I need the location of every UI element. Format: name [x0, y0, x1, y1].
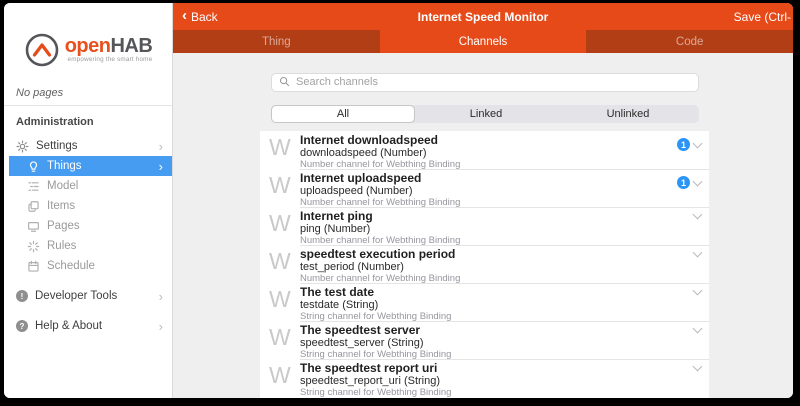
brand-hab: HAB — [110, 35, 152, 57]
sidebar-item-label: Model — [47, 180, 78, 192]
alert-circle-icon: ! — [16, 290, 28, 302]
bulb-icon — [27, 160, 40, 173]
sidebar: openHAB empowering the smart home No pag… — [4, 3, 173, 398]
channel-row-speedtest-report-uri[interactable]: W The speedtest report uri speedtest_rep… — [260, 359, 709, 397]
chevron-right-icon: › — [159, 140, 163, 153]
chevron-right-icon: › — [159, 290, 163, 303]
webthing-channel-icon: W — [269, 174, 291, 197]
channel-title: Internet ping — [300, 207, 709, 223]
top-navbar: ‹ Back Internet Speed Monitor Save (Ctrl… — [173, 3, 793, 30]
channel-id: uploadspeed (Number) — [300, 185, 709, 197]
filter-all[interactable]: All — [271, 105, 415, 123]
sidebar-item-label: Pages — [47, 220, 80, 232]
channels-content: All Linked Unlinked W Internet downloads… — [173, 53, 793, 398]
menu-gap — [4, 276, 172, 286]
gear-icon — [16, 140, 29, 153]
sidebar-item-settings[interactable]: Settings › — [4, 136, 172, 156]
calendar-icon — [27, 260, 40, 273]
sidebar-item-items[interactable]: Items — [4, 196, 172, 216]
chevron-down-icon[interactable] — [693, 176, 703, 186]
rules-sparkle-icon — [27, 240, 40, 253]
linked-count-badge: 1 — [677, 176, 690, 189]
main-panel: ‹ Back Internet Speed Monitor Save (Ctrl… — [173, 3, 793, 398]
openhab-logo-icon — [24, 32, 60, 68]
help-circle-icon: ? — [16, 320, 28, 332]
webthing-channel-icon: W — [269, 250, 291, 273]
sidebar-item-model[interactable]: Model — [4, 176, 172, 196]
model-tree-icon — [27, 180, 40, 193]
administration-section-label: Administration — [4, 106, 172, 136]
chevron-right-icon: › — [159, 160, 163, 173]
no-pages-label: No pages — [4, 73, 172, 105]
channel-id: speedtest_server (String) — [300, 337, 709, 349]
menu-gap — [4, 306, 172, 316]
webthing-channel-icon: W — [269, 212, 291, 235]
channel-row-testdate[interactable]: W The test date testdate (String) String… — [260, 283, 709, 321]
channel-id: speedtest_report_uri (String) — [300, 375, 709, 387]
sidebar-item-label: Items — [47, 200, 75, 212]
search-bar — [271, 72, 699, 91]
channel-list: W Internet downloadspeed downloadspeed (… — [260, 131, 709, 398]
sidebar-item-things[interactable]: Things › — [9, 156, 172, 176]
sidebar-item-label: Developer Tools — [35, 290, 117, 302]
sidebar-menu: Settings › Things › Model — [4, 136, 172, 336]
webthing-channel-icon: W — [269, 364, 291, 387]
channel-id: downloadspeed (Number) — [300, 147, 709, 159]
app-window: openHAB empowering the smart home No pag… — [4, 3, 793, 398]
monitor-icon — [27, 220, 40, 233]
sidebar-item-schedule[interactable]: Schedule — [4, 256, 172, 276]
brand-open: open — [65, 35, 111, 57]
brand-name: openHAB — [65, 36, 153, 56]
chevron-right-icon: › — [159, 320, 163, 333]
page-title: Internet Speed Monitor — [173, 10, 793, 24]
sidebar-item-developer-tools[interactable]: ! Developer Tools › — [4, 286, 172, 306]
tab-thing[interactable]: Thing — [173, 30, 380, 53]
back-button[interactable]: ‹ Back — [173, 10, 218, 24]
filter-segmented-control: All Linked Unlinked — [271, 105, 699, 123]
save-button[interactable]: Save (Ctrl- — [734, 10, 793, 24]
channel-row-ping[interactable]: W Internet ping ping (Number) Number cha… — [260, 207, 709, 245]
channel-id: ping (Number) — [300, 223, 709, 235]
openhab-logo: openHAB empowering the smart home — [4, 27, 172, 73]
channel-title: The speedtest report uri — [300, 359, 709, 375]
channel-title: speedtest execution period — [300, 245, 709, 261]
channel-row-speedtest-server[interactable]: W The speedtest server speedtest_server … — [260, 321, 709, 359]
sidebar-item-label: Rules — [47, 240, 76, 252]
channel-row-downloadspeed[interactable]: W Internet downloadspeed downloadspeed (… — [260, 131, 709, 169]
sidebar-item-help-about[interactable]: ? Help & About › — [4, 316, 172, 336]
sidebar-item-rules[interactable]: Rules — [4, 236, 172, 256]
back-label: Back — [191, 10, 218, 24]
webthing-channel-icon: W — [269, 136, 291, 159]
channel-title: The speedtest server — [300, 321, 709, 337]
channel-title: Internet downloadspeed — [300, 131, 709, 147]
channel-title: Internet uploadspeed — [300, 169, 709, 185]
sidebar-item-label: Settings — [36, 140, 78, 152]
copy-icon — [27, 200, 40, 213]
sidebar-item-label: Help & About — [35, 320, 102, 332]
webthing-channel-icon: W — [269, 288, 291, 311]
search-icon — [279, 76, 290, 87]
filter-linked[interactable]: Linked — [415, 105, 557, 123]
sidebar-item-label: Things — [47, 160, 82, 172]
sidebar-item-label: Schedule — [47, 260, 95, 272]
webthing-channel-icon: W — [269, 326, 291, 349]
search-input[interactable] — [271, 73, 699, 92]
chevron-down-icon[interactable] — [693, 138, 703, 148]
channel-id: testdate (String) — [300, 299, 709, 311]
chevron-left-icon: ‹ — [182, 8, 187, 23]
channel-title: The test date — [300, 283, 709, 299]
tab-channels[interactable]: Channels — [380, 30, 587, 53]
tab-code[interactable]: Code — [586, 30, 793, 53]
channel-row-uploadspeed[interactable]: W Internet uploadspeed uploadspeed (Numb… — [260, 169, 709, 207]
tab-bar: Thing Channels Code — [173, 30, 793, 53]
filter-unlinked[interactable]: Unlinked — [557, 105, 699, 123]
brand-tagline: empowering the smart home — [65, 57, 153, 63]
channel-description: String channel for Webthing Binding — [300, 387, 709, 398]
channel-id: test_period (Number) — [300, 261, 709, 273]
channel-row-test-period[interactable]: W speedtest execution period test_period… — [260, 245, 709, 283]
sidebar-item-pages[interactable]: Pages — [4, 216, 172, 236]
linked-count-badge: 1 — [677, 138, 690, 151]
